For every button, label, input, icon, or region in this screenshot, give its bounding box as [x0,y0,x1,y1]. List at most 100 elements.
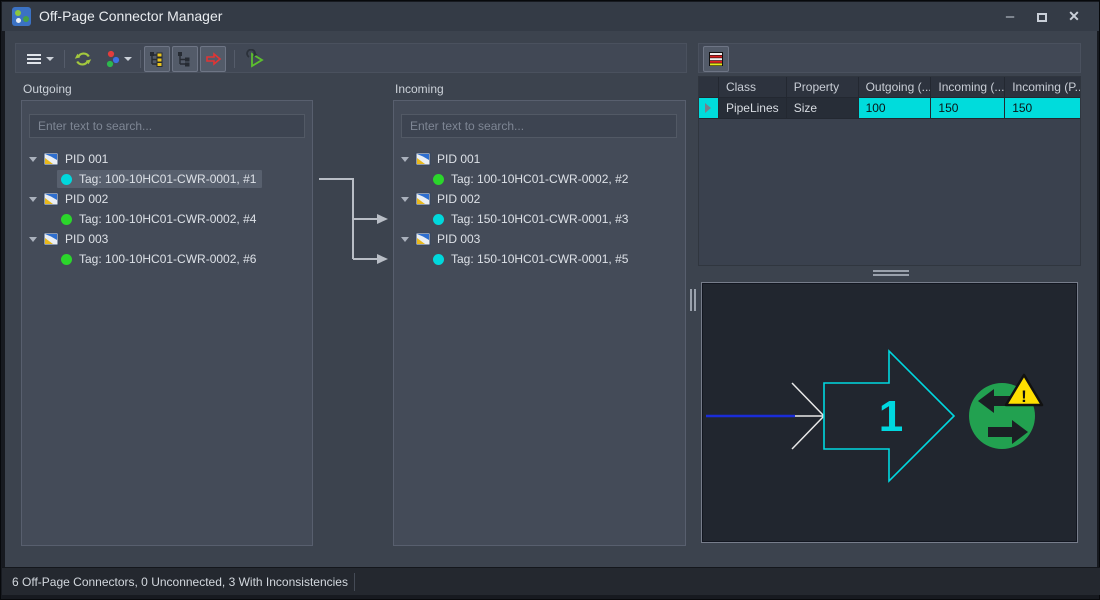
tag-label: Tag: 150-10HC01-CWR-0001, #5 [451,252,628,266]
connector-preview[interactable]: 1 ! [701,282,1078,543]
show-mismatch-arrow-icon [205,51,222,67]
tag-label: Tag: 150-10HC01-CWR-0001, #3 [451,212,628,226]
properties-table: Class Property Outgoing (... Incoming (.… [698,76,1081,266]
refresh-button[interactable] [68,46,98,72]
collapse-caret-icon[interactable] [29,237,37,242]
svg-text:!: ! [1021,387,1027,406]
tree-group-pid003[interactable]: PID 003 [21,229,311,249]
status-dot [61,174,72,185]
menu-icon [26,52,42,66]
export-button[interactable] [240,46,270,72]
table-row[interactable]: PipeLines Size 100 150 150 [699,98,1080,119]
group-by-drawing-toggle[interactable] [144,46,170,72]
tree-item-tag2[interactable]: Tag: 100-10HC01-CWR-0002, #2 [393,169,683,189]
legend-colors-button[interactable] [98,46,136,72]
title-bar[interactable]: Off-Page Connector Manager – ✕ [2,2,1099,31]
cell-outgoing-value[interactable]: 100 [859,98,932,119]
legend-caret-icon [124,57,132,61]
show-mismatch-toggle[interactable] [200,46,226,72]
outgoing-label: Outgoing [23,82,72,96]
outgoing-search-input[interactable] [29,114,305,138]
tree-group-pid002[interactable]: PID 002 [21,189,311,209]
tree-item-tag1[interactable]: Tag: 100-10HC01-CWR-0001, #1 [21,169,311,189]
incoming-label: Incoming [395,82,444,96]
status-text: 6 Off-Page Connectors, 0 Unconnected, 3 … [12,568,348,596]
connector-number: 1 [879,392,903,441]
export-icon [245,49,265,69]
drawing-icon [415,232,431,246]
tree-group-pid002[interactable]: PID 002 [393,189,683,209]
drawing-icon [43,152,59,166]
tree-view-icon [177,51,193,67]
tag-label: Tag: 100-10HC01-CWR-0002, #4 [79,212,256,226]
legend-colors-icon [102,50,120,68]
tree-group-pid001[interactable]: PID 001 [393,149,683,169]
drawing-icon [415,152,431,166]
status-dot [433,254,444,265]
outgoing-tree: PID 001 Tag: 100-10HC01-CWR-0001, #1 PID… [21,149,311,269]
cell-incoming-value2[interactable]: 150 [1005,98,1080,119]
connection-arrows [313,151,393,281]
toolbar-separator [140,50,141,68]
tree-group-pid003[interactable]: PID 003 [393,229,683,249]
chevron-line-upper [792,383,824,416]
row-selector-cell[interactable] [699,98,719,119]
close-button[interactable]: ✕ [1061,2,1087,31]
minimize-button[interactable]: – [997,2,1023,31]
collapse-caret-icon[interactable] [401,157,409,162]
window-title: Off-Page Connector Manager [39,2,222,31]
column-header-property[interactable]: Property [787,77,859,98]
tree-group-label: PID 003 [437,232,480,246]
property-grid-toggle[interactable] [703,46,729,72]
refresh-icon [73,49,93,69]
incoming-search-input[interactable] [401,114,677,138]
cell-class[interactable]: PipeLines [719,98,787,119]
tree-view-toggle[interactable] [172,46,198,72]
row-selector-icon [705,103,711,113]
status-dot [61,254,72,265]
table-toolbar [698,43,1081,73]
collapse-caret-icon[interactable] [29,157,37,162]
drawing-icon [43,192,59,206]
cell-incoming-value1[interactable]: 150 [931,98,1005,119]
column-header-incoming2[interactable]: Incoming (P... [1005,77,1080,98]
menu-button[interactable] [22,46,58,72]
cell-property[interactable]: Size [787,98,859,119]
maximize-button[interactable] [1029,2,1055,31]
off-page-connector-manager-window: Off-Page Connector Manager – ✕ [0,0,1100,600]
row-selector-header [699,77,719,98]
tree-group-pid001[interactable]: PID 001 [21,149,311,169]
status-dot [61,214,72,225]
collapse-caret-icon[interactable] [29,197,37,202]
menu-caret-icon [46,57,54,61]
status-dot [433,214,444,225]
tree-group-label: PID 002 [65,192,108,206]
tree-item-tag6[interactable]: Tag: 100-10HC01-CWR-0002, #6 [21,249,311,269]
toolbar-separator [234,50,235,68]
preview-drawing: 1 ! [702,283,1077,542]
group-by-drawing-icon [149,51,165,67]
status-dot [433,174,444,185]
status-bar: 6 Off-Page Connectors, 0 Unconnected, 3 … [2,567,1100,595]
status-separator [354,573,355,591]
tree-item-tag5[interactable]: Tag: 150-10HC01-CWR-0001, #5 [393,249,683,269]
tree-group-label: PID 001 [437,152,480,166]
vertical-splitter[interactable] [690,289,696,311]
column-header-outgoing[interactable]: Outgoing (... [859,77,932,98]
tree-item-tag4[interactable]: Tag: 100-10HC01-CWR-0002, #4 [21,209,311,229]
horizontal-splitter[interactable] [873,270,909,276]
maximize-icon [1037,13,1047,22]
tag-label: Tag: 100-10HC01-CWR-0001, #1 [79,172,256,186]
main-toolbar [15,43,687,73]
tree-group-label: PID 001 [65,152,108,166]
app-icon [12,7,31,26]
incoming-tree: PID 001 Tag: 100-10HC01-CWR-0002, #2 PID… [393,149,683,269]
collapse-caret-icon[interactable] [401,237,409,242]
column-header-incoming1[interactable]: Incoming (... [931,77,1005,98]
column-header-class[interactable]: Class [719,77,787,98]
tree-item-tag3[interactable]: Tag: 150-10HC01-CWR-0001, #3 [393,209,683,229]
tag-label: Tag: 100-10HC01-CWR-0002, #6 [79,252,256,266]
collapse-caret-icon[interactable] [401,197,409,202]
tag-label: Tag: 100-10HC01-CWR-0002, #2 [451,172,628,186]
chevron-line-lower [792,416,824,449]
